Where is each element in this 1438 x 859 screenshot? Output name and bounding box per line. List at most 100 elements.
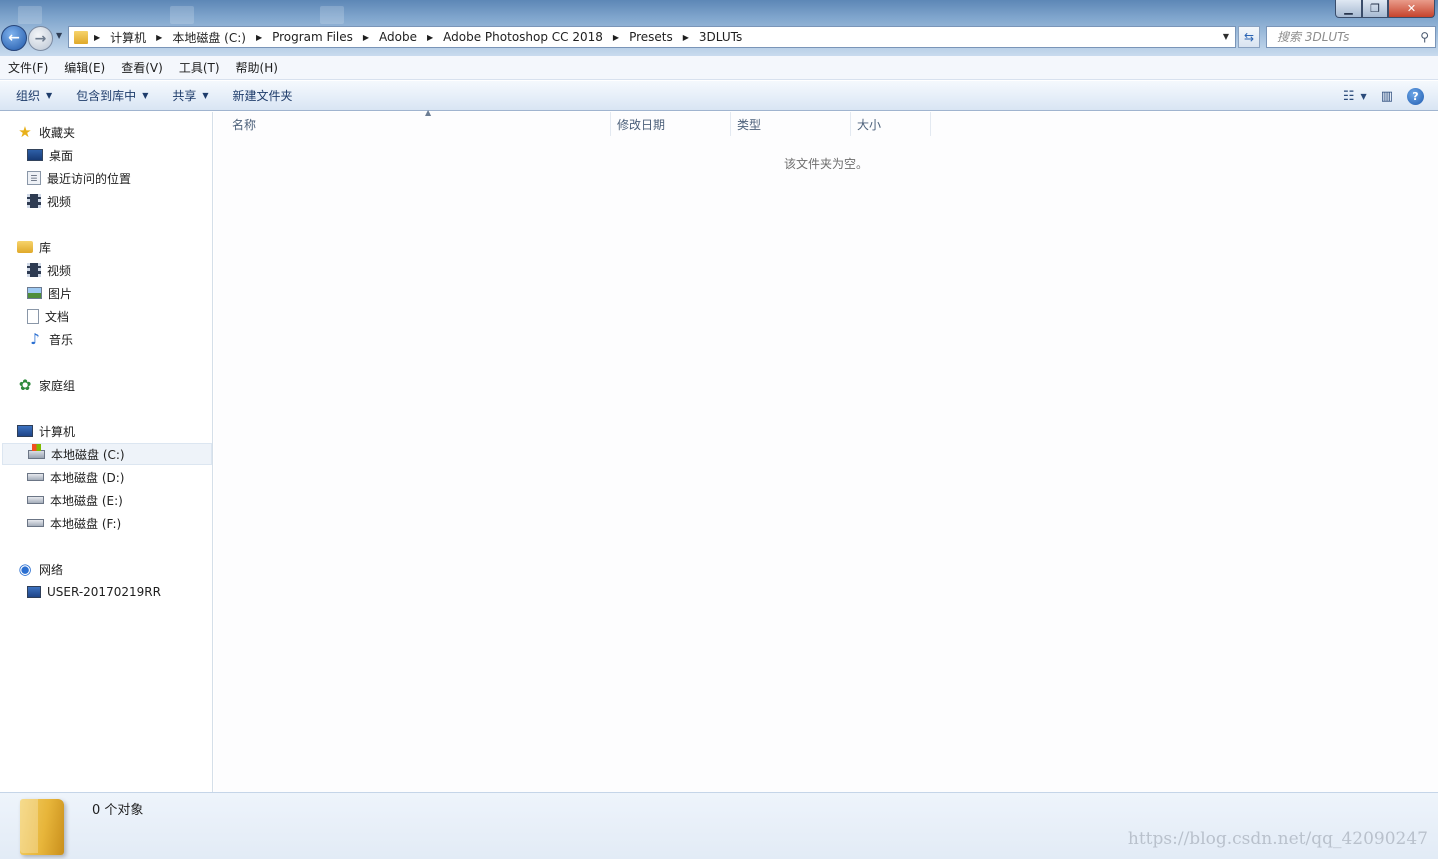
breadcrumb-adobe[interactable]: Adobe	[375, 27, 421, 47]
share-button[interactable]: 共享 ▼	[164, 84, 216, 108]
sidebar-item-desktop[interactable]: 桌面	[27, 144, 73, 166]
column-header-modified[interactable]: 修改日期	[611, 112, 731, 136]
sidebar-item-pictures[interactable]: 图片	[27, 282, 72, 304]
library-icon	[17, 241, 33, 253]
drive-icon	[27, 496, 44, 504]
sidebar-label: 文档	[45, 309, 70, 324]
recent-pages-dropdown[interactable]: ▼	[56, 31, 62, 40]
video-icon	[27, 194, 41, 208]
address-history-dropdown[interactable]: ▼	[1223, 32, 1229, 41]
sidebar-item-drive-e[interactable]: 本地磁盘 (E:)	[27, 489, 123, 511]
empty-folder-message: 该文件夹为空。	[784, 157, 869, 171]
breadcrumb-photoshop[interactable]: Adobe Photoshop CC 2018	[439, 27, 607, 47]
column-header-type[interactable]: 类型	[731, 112, 851, 136]
computer-icon	[27, 586, 41, 598]
column-header-size[interactable]: 大小	[851, 112, 931, 136]
sidebar-item-network-computer[interactable]: USER-20170219RR	[27, 581, 161, 603]
new-folder-button[interactable]: 新建文件夹	[225, 84, 301, 108]
search-input[interactable]	[1267, 27, 1412, 47]
sidebar-item-documents[interactable]: 文档	[27, 305, 69, 327]
breadcrumb-separator[interactable]: ▶	[150, 33, 168, 42]
title-bar: ← → ▼ ▶ 计算机 ▶ 本地磁盘 (C:) ▶ Program Files …	[0, 0, 1438, 56]
view-options-icon[interactable]: ☷	[1343, 89, 1355, 104]
column-header-name[interactable]: 名称 ▲	[226, 108, 611, 136]
breadcrumb-separator[interactable]: ▶	[357, 33, 375, 42]
sidebar-label: 桌面	[49, 148, 74, 163]
sidebar-item-videos-favorite[interactable]: 视频	[27, 190, 71, 212]
breadcrumb-separator[interactable]: ▶	[250, 33, 268, 42]
search-box[interactable]: ⚲	[1266, 26, 1436, 48]
file-list-pane[interactable]: 名称 ▲ 修改日期 类型 大小 该文件夹为空。	[214, 108, 1438, 792]
system-drive-icon	[28, 443, 45, 459]
sidebar-label: 本地磁盘 (E:)	[50, 493, 123, 508]
sidebar-item-videos[interactable]: 视频	[27, 259, 71, 281]
back-button[interactable]: ←	[1, 25, 27, 51]
maximize-button[interactable]: ❐	[1362, 0, 1388, 18]
sidebar-label: 本地磁盘 (D:)	[50, 470, 125, 485]
sidebar-homegroup[interactable]: ✿ 家庭组	[17, 374, 75, 396]
minimize-button[interactable]: ▁	[1335, 0, 1362, 18]
menu-view[interactable]: 查看(V)	[113, 59, 171, 76]
details-pane: 0 个对象 https://blog.csdn.net/qq_42090247	[0, 792, 1438, 859]
sidebar-computer[interactable]: 计算机	[17, 420, 75, 442]
menu-edit[interactable]: 编辑(E)	[56, 59, 113, 76]
drive-icon	[27, 473, 44, 481]
sidebar-label: USER-20170219RR	[47, 585, 161, 599]
view-dropdown-icon[interactable]: ▼	[1361, 92, 1367, 101]
navigation-pane: ★ 收藏夹 桌面 ☰ 最近访问的位置 视频 库 视频 图片 文档 ♪ 音乐 ✿ 家庭组 …	[0, 112, 213, 792]
breadcrumb-separator[interactable]: ▶	[607, 33, 625, 42]
sidebar-label: 本地磁盘 (C:)	[51, 447, 125, 462]
sidebar-libraries[interactable]: 库	[17, 236, 51, 258]
music-icon: ♪	[30, 330, 40, 348]
folder-icon	[74, 30, 88, 44]
sidebar-item-drive-c[interactable]: 本地磁盘 (C:)	[2, 443, 212, 465]
help-icon[interactable]: ?	[1407, 87, 1424, 105]
menu-file[interactable]: 文件(F)	[0, 59, 56, 76]
sidebar-label: 音乐	[49, 332, 74, 347]
command-bar: 组织 ▼ 包含到库中 ▼ 共享 ▼ 新建文件夹 ☷ ▼ ▥ ?	[0, 81, 1438, 111]
breadcrumb-separator[interactable]: ▶	[421, 33, 439, 42]
sidebar-item-recent-places[interactable]: ☰ 最近访问的位置	[27, 167, 131, 189]
forward-button[interactable]: →	[28, 26, 53, 51]
sidebar-label: 视频	[47, 194, 72, 209]
chevron-down-icon: ▼	[202, 91, 209, 100]
document-icon	[27, 308, 39, 324]
sidebar-label: 视频	[47, 263, 72, 278]
breadcrumb-presets[interactable]: Presets	[625, 27, 677, 47]
organize-button[interactable]: 组织 ▼	[8, 84, 60, 108]
breadcrumb-drive-c[interactable]: 本地磁盘 (C:)	[168, 27, 250, 47]
window-controls: ▁ ❐ ✕	[1335, 0, 1435, 18]
refresh-button[interactable]: ⇆	[1238, 26, 1260, 48]
desktop-icon-decoration	[18, 6, 42, 24]
desktop-icon-decoration	[170, 6, 194, 24]
sidebar-label: 图片	[48, 286, 73, 301]
star-icon: ★	[18, 123, 32, 141]
refresh-icon: ⇆	[1243, 30, 1255, 44]
homegroup-icon: ✿	[18, 376, 32, 394]
sidebar-network[interactable]: ◉ 网络	[17, 558, 63, 580]
include-in-library-button[interactable]: 包含到库中 ▼	[68, 84, 156, 108]
preview-pane-icon[interactable]: ▥	[1381, 89, 1393, 104]
include-library-label: 包含到库中	[76, 89, 137, 103]
network-icon: ◉	[18, 560, 32, 578]
breadcrumb-separator[interactable]: ▶	[677, 33, 695, 42]
desktop-icon-decoration	[320, 6, 344, 24]
chevron-down-icon: ▼	[142, 91, 149, 100]
sidebar-item-drive-f[interactable]: 本地磁盘 (F:)	[27, 512, 121, 534]
breadcrumb-program-files[interactable]: Program Files	[268, 27, 357, 47]
sidebar-label: 网络	[39, 562, 64, 577]
search-icon[interactable]: ⚲	[1420, 30, 1429, 44]
breadcrumb-3dluts[interactable]: 3DLUTs	[695, 27, 746, 47]
sidebar-favorites[interactable]: ★ 收藏夹	[17, 121, 75, 143]
breadcrumb-separator[interactable]: ▶	[88, 33, 106, 42]
sidebar-label: 最近访问的位置	[47, 171, 132, 186]
address-bar[interactable]: ▶ 计算机 ▶ 本地磁盘 (C:) ▶ Program Files ▶ Adob…	[68, 26, 1236, 48]
menu-help[interactable]: 帮助(H)	[228, 59, 286, 76]
sidebar-item-music[interactable]: ♪ 音乐	[27, 328, 73, 350]
drive-icon	[27, 519, 44, 527]
close-button[interactable]: ✕	[1388, 0, 1435, 18]
breadcrumb-computer[interactable]: 计算机	[106, 27, 150, 47]
computer-icon	[17, 425, 33, 437]
sidebar-item-drive-d[interactable]: 本地磁盘 (D:)	[27, 466, 124, 488]
menu-tools[interactable]: 工具(T)	[171, 59, 228, 76]
